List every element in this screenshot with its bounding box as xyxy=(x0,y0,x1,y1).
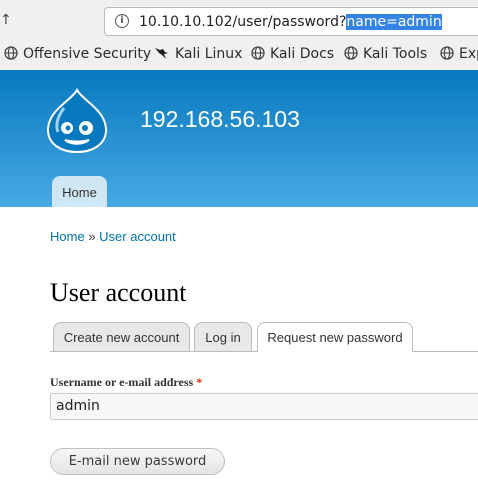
bookmark-kali-tools[interactable]: Kali Tools xyxy=(344,46,427,62)
kali-dragon-icon xyxy=(155,48,168,59)
email-new-password-button[interactable]: E-mail new password xyxy=(50,448,225,475)
username-field-label: Username or e-mail address * xyxy=(50,375,202,390)
required-marker: * xyxy=(196,375,203,389)
url-path: 10.10.10.102/user/password? xyxy=(139,14,347,30)
bookmarks-bar: Offensive Security Kali Linux Kali Docs … xyxy=(0,43,478,67)
bookmark-label: Kali Docs xyxy=(270,46,335,62)
site-header: 192.168.56.103 Home xyxy=(0,70,478,207)
tab-create-new-account[interactable]: Create new account xyxy=(53,322,190,351)
breadcrumb-home-link[interactable]: Home xyxy=(50,229,85,244)
browser-chrome: ↑ i 10.10.10.102/user/password?name=admi… xyxy=(0,0,478,70)
bookmark-label: Kali Tools xyxy=(363,46,428,62)
url-selected-query: name=admin xyxy=(346,14,442,30)
url-text[interactable]: 10.10.10.102/user/password?name=admin xyxy=(139,14,442,30)
globe-icon xyxy=(344,46,358,60)
breadcrumb-user-account-link[interactable]: User account xyxy=(99,229,176,244)
bookmark-kali-docs[interactable]: Kali Docs xyxy=(251,46,334,62)
back-arrow-icon[interactable]: ↑ xyxy=(0,12,12,28)
username-label-text: Username or e-mail address xyxy=(50,375,194,389)
drupal-logo-icon[interactable] xyxy=(46,88,108,154)
bookmark-label: Kali Linux xyxy=(175,46,243,62)
username-input[interactable]: admin xyxy=(50,393,478,420)
tab-request-new-password[interactable]: Request new password xyxy=(257,322,413,352)
globe-icon xyxy=(251,46,265,60)
globe-icon xyxy=(4,46,18,60)
info-icon[interactable]: i xyxy=(115,14,129,28)
page-title: User account xyxy=(50,278,187,307)
globe-icon xyxy=(440,46,454,60)
tab-home[interactable]: Home xyxy=(52,176,107,207)
bookmark-offensive-security[interactable]: Offensive Security xyxy=(4,46,151,62)
bookmark-exploit[interactable]: Exp xyxy=(440,46,478,62)
address-bar[interactable]: i 10.10.10.102/user/password?name=admin xyxy=(104,7,478,36)
bookmark-label: Offensive Security xyxy=(23,46,152,62)
tab-log-in[interactable]: Log in xyxy=(194,322,252,351)
site-name[interactable]: 192.168.56.103 xyxy=(140,106,300,133)
bookmark-kali-linux[interactable]: Kali Linux xyxy=(154,46,242,62)
bookmark-label: Exp xyxy=(459,46,478,62)
breadcrumb-separator: » xyxy=(88,229,96,244)
breadcrumb: Home » User account xyxy=(50,229,176,244)
